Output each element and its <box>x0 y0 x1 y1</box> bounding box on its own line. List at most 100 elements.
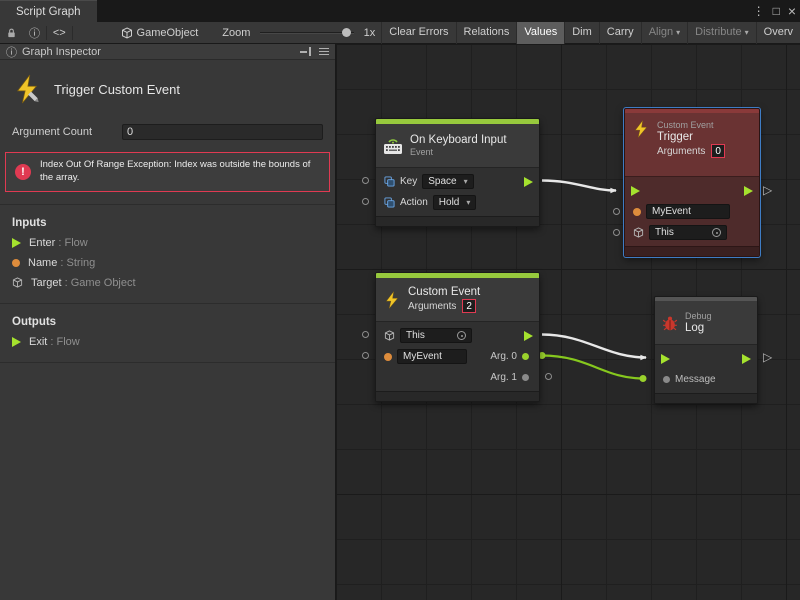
code-view-icon[interactable]: <> <box>47 22 72 44</box>
trigger-name-port[interactable] <box>613 208 620 215</box>
info-toggle-icon[interactable]: ⓘ <box>23 22 46 44</box>
event-name-input[interactable] <box>646 204 730 219</box>
flow-output-port[interactable] <box>524 177 533 187</box>
dim-button[interactable]: Dim <box>564 22 599 44</box>
error-text: Index Out Of Range Exception: Index was … <box>40 159 320 185</box>
message-label: Message <box>675 374 716 385</box>
arguments-target-port[interactable] <box>362 331 369 338</box>
node-supertitle: Custom Event <box>657 120 725 130</box>
message-input-port[interactable] <box>663 376 670 383</box>
key-dropdown[interactable]: Space ▾ <box>422 174 473 189</box>
values-button[interactable]: Values <box>516 22 564 44</box>
target-object-field[interactable]: This <box>649 225 727 240</box>
arguments-count-badge: 2 <box>462 299 476 313</box>
port-name: Name <box>28 257 57 269</box>
gameobject-cube-icon <box>633 227 644 238</box>
node-header: Custom Event Arguments 2 <box>376 278 539 322</box>
key-label: Key <box>400 176 417 187</box>
action-label: Action <box>400 197 428 208</box>
target-row: This <box>376 325 539 346</box>
target-object-field[interactable]: This <box>400 328 472 343</box>
arg1-port[interactable] <box>545 373 552 380</box>
zoom-slider-knob[interactable] <box>342 28 351 37</box>
dock-icon[interactable] <box>300 47 311 56</box>
input-port-target: Target : Game Object <box>0 273 335 293</box>
flow-continuation-icon: ▷ <box>763 351 772 363</box>
arg0-output-port[interactable] <box>522 353 529 360</box>
graph-canvas[interactable]: On Keyboard Input Event Key Space ▾ Acti… <box>336 44 800 600</box>
output-port-exit: Exit : Flow <box>0 332 335 352</box>
bug-icon <box>662 315 678 331</box>
event-name-row <box>625 201 759 222</box>
port-name: Target <box>31 277 62 289</box>
target-row: This <box>625 222 759 243</box>
action-value: Hold <box>439 197 460 208</box>
zoom-slider[interactable] <box>260 22 353 44</box>
object-picker-icon[interactable] <box>457 331 466 340</box>
key-port-row: Key Space ▾ <box>376 171 539 192</box>
gameobject-cube-icon <box>12 277 23 288</box>
carry-button[interactable]: Carry <box>599 22 641 44</box>
inspector-title: Graph Inspector <box>22 46 101 58</box>
tab-label: Script Graph <box>16 6 81 18</box>
window-menu-icon[interactable]: ⋮ <box>753 4 765 18</box>
node-custom-event[interactable]: Custom Event Arguments 2 This <box>375 272 540 402</box>
inspector-header: ⓘ Graph Inspector <box>0 44 335 60</box>
maximize-icon[interactable]: □ <box>773 4 780 18</box>
flow-input-port[interactable] <box>661 354 670 364</box>
node-title: Trigger <box>657 131 725 143</box>
string-port-icon <box>633 208 641 216</box>
close-icon[interactable]: × <box>788 3 796 19</box>
flow-output-port[interactable] <box>524 331 533 341</box>
argument-count-input[interactable] <box>122 124 323 140</box>
tab-script-graph[interactable]: Script Graph <box>0 0 97 22</box>
overview-button[interactable]: Overv <box>756 22 800 44</box>
action-dropdown[interactable]: Hold ▾ <box>433 195 477 210</box>
selected-unit-header: Trigger Custom Event <box>0 60 335 122</box>
target-value: This <box>655 227 674 238</box>
relations-button[interactable]: Relations <box>456 22 517 44</box>
inputs-section-header: Inputs <box>0 209 335 233</box>
trigger-target-port[interactable] <box>613 229 620 236</box>
graph-toolbar: ⓘ <> GameObject Zoom 1x Clear Errors Rel… <box>0 22 800 44</box>
custom-event-icon <box>12 74 42 104</box>
wire-end-dot <box>640 375 647 382</box>
zoom-slider-track <box>260 32 353 34</box>
custom-event-icon <box>632 120 650 138</box>
node-supertitle: Debug <box>685 311 712 321</box>
node-trigger-custom-event[interactable]: Custom Event Trigger Arguments 0 <box>624 108 760 257</box>
arg1-output-port[interactable] <box>522 374 529 381</box>
node-debug-log[interactable]: Debug Log Message <box>654 296 758 404</box>
port-type: Flow <box>64 237 87 249</box>
node-header: Debug Log <box>655 301 757 345</box>
key-value-port[interactable] <box>362 177 369 184</box>
flow-output-port[interactable] <box>744 186 753 196</box>
action-value-port[interactable] <box>362 198 369 205</box>
arguments-name-port[interactable] <box>362 352 369 359</box>
flow-arrow-icon <box>12 337 21 347</box>
divider <box>0 362 335 363</box>
distribute-button[interactable]: Distribute▾ <box>687 22 755 44</box>
panel-menu-icon[interactable] <box>319 48 329 49</box>
string-port-icon <box>12 259 20 267</box>
wire-arguments-to-debug <box>542 335 646 358</box>
flow-continuation-icon: ▷ <box>763 184 772 196</box>
gameobject-selector[interactable]: GameObject <box>115 22 205 44</box>
node-on-keyboard-input[interactable]: On Keyboard Input Event Key Space ▾ Acti… <box>375 118 540 227</box>
arguments-label: Arguments <box>657 146 705 157</box>
arg0-label: Arg. 0 <box>490 351 517 362</box>
object-picker-icon[interactable] <box>712 228 721 237</box>
divider <box>0 204 335 205</box>
node-subtitle: Event <box>410 147 507 157</box>
chevron-down-icon: ▾ <box>745 28 749 37</box>
outputs-section-header: Outputs <box>0 308 335 332</box>
key-value: Space <box>428 176 456 187</box>
event-name-input[interactable] <box>397 349 467 364</box>
chevron-down-icon: ▾ <box>676 28 680 37</box>
flow-output-port[interactable] <box>742 354 751 364</box>
align-button[interactable]: Align▾ <box>641 22 687 44</box>
lock-icon[interactable] <box>0 22 23 44</box>
node-header: Custom Event Trigger Arguments 0 <box>625 113 759 177</box>
clear-errors-button[interactable]: Clear Errors <box>381 22 455 44</box>
flow-input-port[interactable] <box>631 186 640 196</box>
